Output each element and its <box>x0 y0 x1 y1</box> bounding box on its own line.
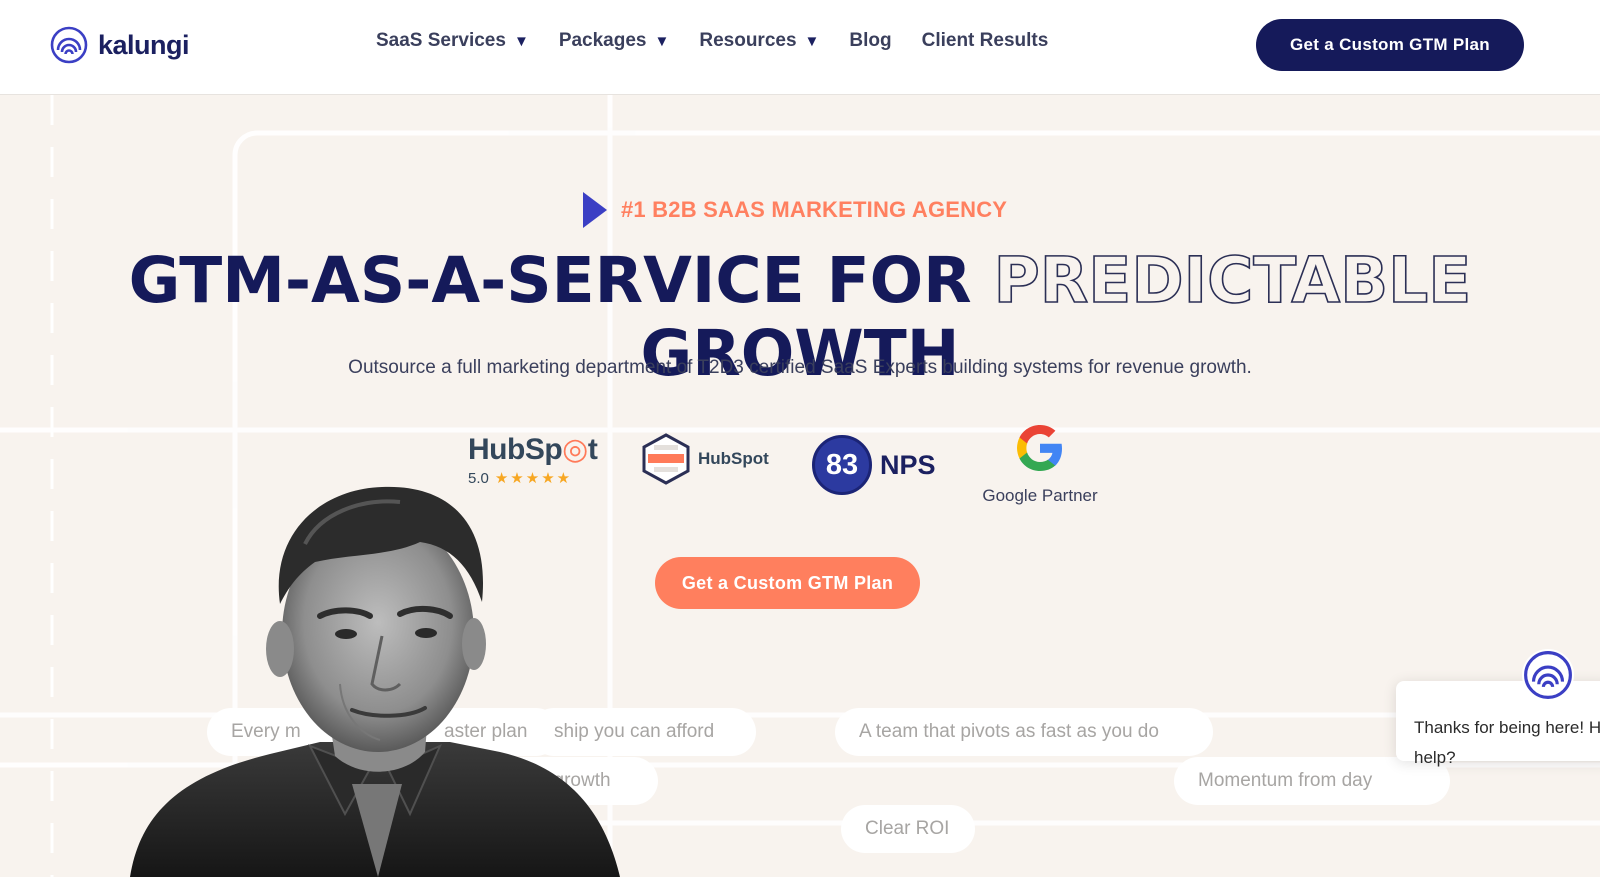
nav-saas-services[interactable]: SaaS Services ▼ <box>376 30 529 52</box>
pill-text: A team that pivots as fast as you do <box>859 721 1159 742</box>
caret-down-icon: ▼ <box>804 32 820 50</box>
chat-message-line2: help? <box>1414 748 1456 767</box>
nav-label: Blog <box>849 30 892 51</box>
header-cta-button[interactable]: Get a Custom GTM Plan <box>1256 19 1524 71</box>
nav-packages[interactable]: Packages ▼ <box>559 30 670 52</box>
nav-resources[interactable]: Resources ▼ <box>699 30 819 52</box>
hubspot-rating-badge: HubSp◎t 5.0 ★★★★★ <box>468 432 600 487</box>
diamond-partner-hexagon-icon <box>642 433 690 485</box>
headline-outline-word: PREDICTABLE <box>993 243 1472 318</box>
play-arrow-icon <box>583 192 607 228</box>
main-nav: SaaS Services ▼ Packages ▼ Resources ▼ B… <box>376 30 1078 52</box>
nps-label: NPS <box>880 449 936 480</box>
brand-logo[interactable]: kalungi <box>50 26 190 64</box>
caret-down-icon: ▼ <box>513 32 529 50</box>
brand-name: kalungi <box>98 29 190 60</box>
eyebrow: #1 B2B SAAS MARKETING AGENCY <box>583 192 1007 228</box>
eyebrow-text: #1 B2B SAAS MARKETING AGENCY <box>621 197 1008 222</box>
value-pill: A team that pivots as fast as you do <box>835 708 1213 756</box>
headline-part1: GTM-AS-A-SERVICE FOR <box>128 244 994 317</box>
kalungi-logo-icon <box>50 26 88 64</box>
nav-label: Client Results <box>921 30 1049 51</box>
nav-label: Resources <box>699 30 797 51</box>
nav-client-results[interactable]: Client Results <box>922 30 1049 52</box>
founder-photo <box>130 486 620 877</box>
hubspot-sprocket-icon: ◎ <box>562 433 588 466</box>
nav-blog[interactable]: Blog <box>849 30 891 52</box>
google-partner-label: Google Partner <box>982 486 1098 505</box>
kalungi-chat-logo-icon <box>1524 651 1572 699</box>
chat-message-line1: Thanks for being here! H <box>1414 718 1600 737</box>
site-header: kalungi SaaS Services ▼ Packages ▼ Resou… <box>0 0 1600 95</box>
headline-part2: GROWTH <box>640 317 960 390</box>
value-pill: Clear ROI <box>841 805 975 853</box>
hubspot-word: HubSp <box>468 433 563 466</box>
hubspot-word-end: t <box>587 433 598 466</box>
google-partner-badge: Google Partner <box>980 420 1100 506</box>
nav-label: SaaS Services <box>376 30 506 51</box>
nps-score: 83 <box>812 435 872 495</box>
hubspot-word: HubSpot <box>698 449 769 468</box>
nps-badge: 83 NPS <box>812 435 936 495</box>
caret-down-icon: ▼ <box>654 32 670 50</box>
pill-text: Momentum from day <box>1198 770 1373 791</box>
hubspot-logo: HubSp◎t <box>468 432 600 467</box>
google-g-icon <box>1017 425 1062 471</box>
value-pill: Momentum from day <box>1174 757 1450 805</box>
hero-subtitle: Outsource a full marketing department of… <box>348 357 1252 378</box>
pill-text: Clear ROI <box>865 818 950 839</box>
hero-cta-button[interactable]: Get a Custom GTM Plan <box>655 557 920 609</box>
hubspot-diamond-partner-badge: HubSpot <box>640 433 769 485</box>
nav-label: Packages <box>558 30 647 51</box>
chat-avatar-icon[interactable] <box>1522 649 1574 701</box>
